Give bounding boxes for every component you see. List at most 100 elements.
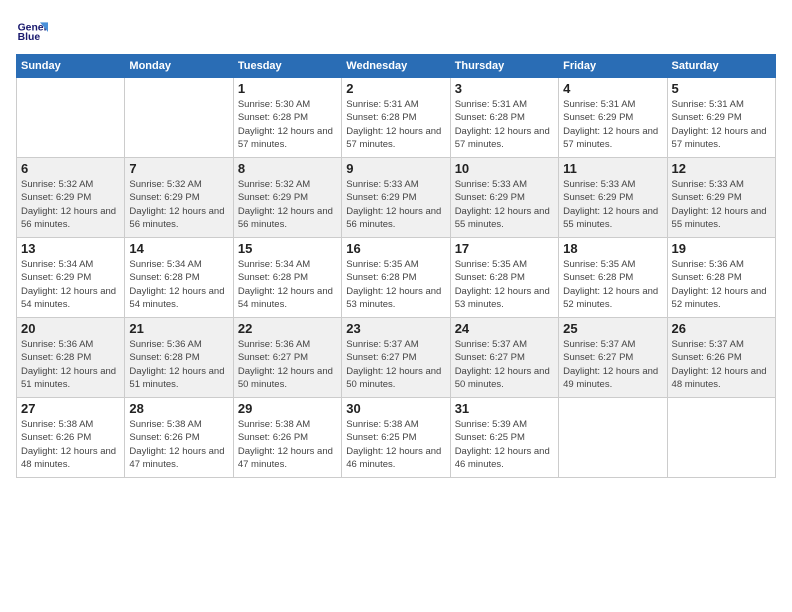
- day-number: 26: [672, 321, 771, 336]
- day-number: 2: [346, 81, 445, 96]
- day-detail: Sunrise: 5:34 AMSunset: 6:28 PMDaylight:…: [238, 258, 337, 311]
- calendar-cell: 13 Sunrise: 5:34 AMSunset: 6:29 PMDayligh…: [17, 238, 125, 318]
- day-detail: Sunrise: 5:31 AMSunset: 6:28 PMDaylight:…: [346, 98, 445, 151]
- day-number: 11: [563, 161, 662, 176]
- logo: General Blue: [16, 16, 48, 48]
- day-detail: Sunrise: 5:33 AMSunset: 6:29 PMDaylight:…: [455, 178, 554, 231]
- day-detail: Sunrise: 5:30 AMSunset: 6:28 PMDaylight:…: [238, 98, 337, 151]
- calendar-cell: 19Sunrise: 5:36 AMSunset: 6:28 PMDayligh…: [667, 238, 775, 318]
- day-number: 19: [672, 241, 771, 256]
- calendar-cell: 6Sunrise: 5:32 AMSunset: 6:29 PMDaylight…: [17, 158, 125, 238]
- day-number: 25: [563, 321, 662, 336]
- svg-text:Blue: Blue: [18, 32, 41, 43]
- day-number: 22: [238, 321, 337, 336]
- day-number: 24: [455, 321, 554, 336]
- day-detail: Sunrise: 5:31 AMSunset: 6:29 PMDaylight:…: [672, 98, 771, 151]
- day-number: 3: [455, 81, 554, 96]
- day-detail: Sunrise: 5:37 AMSunset: 6:27 PMDaylight:…: [455, 338, 554, 391]
- day-number: 7: [129, 161, 228, 176]
- calendar-cell: 1 Sunrise: 5:30 AMSunset: 6:28 PMDaylight…: [233, 78, 341, 158]
- calendar-cell: 11 Sunrise: 5:33 AMSunset: 6:29 PMDayligh…: [559, 158, 667, 238]
- day-detail: Sunrise: 5:35 AMSunset: 6:28 PMDaylight:…: [455, 258, 554, 311]
- day-number: 4: [563, 81, 662, 96]
- day-number: 30: [346, 401, 445, 416]
- day-detail: Sunrise: 5:34 AMSunset: 6:28 PMDaylight:…: [129, 258, 228, 311]
- calendar-cell: 4 Sunrise: 5:31 AMSunset: 6:29 PMDaylight…: [559, 78, 667, 158]
- day-number: 31: [455, 401, 554, 416]
- day-detail: Sunrise: 5:32 AMSunset: 6:29 PMDaylight:…: [129, 178, 228, 231]
- day-number: 23: [346, 321, 445, 336]
- calendar-cell: 21 Sunrise: 5:36 AMSunset: 6:28 PMDayligh…: [125, 318, 233, 398]
- calendar-cell: 30 Sunrise: 5:38 AMSunset: 6:25 PMDayligh…: [342, 398, 450, 478]
- day-number: 10: [455, 161, 554, 176]
- day-detail: Sunrise: 5:36 AMSunset: 6:28 PMDaylight:…: [21, 338, 120, 391]
- calendar-cell: 3 Sunrise: 5:31 AMSunset: 6:28 PMDaylight…: [450, 78, 558, 158]
- day-header-tuesday: Tuesday: [233, 55, 341, 78]
- calendar-cell: 18 Sunrise: 5:35 AMSunset: 6:28 PMDayligh…: [559, 238, 667, 318]
- day-detail: Sunrise: 5:37 AMSunset: 6:27 PMDaylight:…: [563, 338, 662, 391]
- day-detail: Sunrise: 5:38 AMSunset: 6:26 PMDaylight:…: [21, 418, 120, 471]
- calendar-cell: 8 Sunrise: 5:32 AMSunset: 6:29 PMDaylight…: [233, 158, 341, 238]
- day-detail: Sunrise: 5:39 AMSunset: 6:25 PMDaylight:…: [455, 418, 554, 471]
- day-number: 9: [346, 161, 445, 176]
- calendar-cell: 9Sunrise: 5:33 AMSunset: 6:29 PMDaylight…: [342, 158, 450, 238]
- calendar-cell: 22 Sunrise: 5:36 AMSunset: 6:27 PMDayligh…: [233, 318, 341, 398]
- day-number: 15: [238, 241, 337, 256]
- day-detail: Sunrise: 5:36 AMSunset: 6:28 PMDaylight:…: [129, 338, 228, 391]
- day-detail: Sunrise: 5:35 AMSunset: 6:28 PMDaylight:…: [346, 258, 445, 311]
- day-number: 16: [346, 241, 445, 256]
- day-detail: Sunrise: 5:35 AMSunset: 6:28 PMDaylight:…: [563, 258, 662, 311]
- day-detail: Sunrise: 5:34 AMSunset: 6:29 PMDaylight:…: [21, 258, 120, 311]
- calendar-cell: 16 Sunrise: 5:35 AMSunset: 6:28 PMDayligh…: [342, 238, 450, 318]
- calendar-week-row: 27 Sunrise: 5:38 AMSunset: 6:26 PMDayligh…: [17, 398, 776, 478]
- day-detail: Sunrise: 5:38 AMSunset: 6:25 PMDaylight:…: [346, 418, 445, 471]
- calendar-cell: 23 Sunrise: 5:37 AMSunset: 6:27 PMDayligh…: [342, 318, 450, 398]
- calendar-cell: 14 Sunrise: 5:34 AMSunset: 6:28 PMDayligh…: [125, 238, 233, 318]
- day-number: 18: [563, 241, 662, 256]
- day-number: 8: [238, 161, 337, 176]
- calendar-cell: [125, 78, 233, 158]
- calendar-cell: 31 Sunrise: 5:39 AMSunset: 6:25 PMDayligh…: [450, 398, 558, 478]
- day-header-saturday: Saturday: [667, 55, 775, 78]
- calendar-cell: 24 Sunrise: 5:37 AMSunset: 6:27 PMDayligh…: [450, 318, 558, 398]
- calendar-header-row: SundayMondayTuesdayWednesdayThursdayFrid…: [17, 55, 776, 78]
- calendar-cell: 28 Sunrise: 5:38 AMSunset: 6:26 PMDayligh…: [125, 398, 233, 478]
- day-header-wednesday: Wednesday: [342, 55, 450, 78]
- day-detail: Sunrise: 5:38 AMSunset: 6:26 PMDaylight:…: [238, 418, 337, 471]
- day-number: 13: [21, 241, 120, 256]
- day-detail: Sunrise: 5:37 AMSunset: 6:27 PMDaylight:…: [346, 338, 445, 391]
- calendar-cell: 20Sunrise: 5:36 AMSunset: 6:28 PMDayligh…: [17, 318, 125, 398]
- calendar-cell: [667, 398, 775, 478]
- calendar-week-row: 13 Sunrise: 5:34 AMSunset: 6:29 PMDayligh…: [17, 238, 776, 318]
- day-number: 21: [129, 321, 228, 336]
- calendar-cell: 7 Sunrise: 5:32 AMSunset: 6:29 PMDaylight…: [125, 158, 233, 238]
- calendar-cell: [559, 398, 667, 478]
- logo-icon: General Blue: [16, 16, 48, 48]
- calendar-cell: 25 Sunrise: 5:37 AMSunset: 6:27 PMDayligh…: [559, 318, 667, 398]
- calendar-body: 1 Sunrise: 5:30 AMSunset: 6:28 PMDaylight…: [17, 78, 776, 478]
- day-number: 1: [238, 81, 337, 96]
- day-detail: Sunrise: 5:37 AMSunset: 6:26 PMDaylight:…: [672, 338, 771, 391]
- day-number: 28: [129, 401, 228, 416]
- day-number: 27: [21, 401, 120, 416]
- calendar-cell: 26 Sunrise: 5:37 AMSunset: 6:26 PMDayligh…: [667, 318, 775, 398]
- calendar-cell: 5 Sunrise: 5:31 AMSunset: 6:29 PMDaylight…: [667, 78, 775, 158]
- day-detail: Sunrise: 5:33 AMSunset: 6:29 PMDaylight:…: [672, 178, 771, 231]
- calendar-cell: 27 Sunrise: 5:38 AMSunset: 6:26 PMDayligh…: [17, 398, 125, 478]
- calendar-table: SundayMondayTuesdayWednesdayThursdayFrid…: [16, 54, 776, 478]
- day-detail: Sunrise: 5:38 AMSunset: 6:26 PMDaylight:…: [129, 418, 228, 471]
- calendar-cell: [17, 78, 125, 158]
- day-header-monday: Monday: [125, 55, 233, 78]
- calendar-cell: 17 Sunrise: 5:35 AMSunset: 6:28 PMDayligh…: [450, 238, 558, 318]
- calendar-week-row: 6 Sunrise: 5:32 AMSunset: 6:29 PMDaylight…: [17, 158, 776, 238]
- day-detail: Sunrise: 5:33 AMSunset: 6:29 PMDaylight:…: [563, 178, 662, 231]
- day-header-thursday: Thursday: [450, 55, 558, 78]
- day-detail: Sunrise: 5:36 AMSunset: 6:27 PMDaylight:…: [238, 338, 337, 391]
- day-number: 14: [129, 241, 228, 256]
- day-number: 6: [21, 161, 120, 176]
- day-detail: Sunrise: 5:32 AMSunset: 6:29 PMDaylight:…: [238, 178, 337, 231]
- day-number: 17: [455, 241, 554, 256]
- day-number: 5: [672, 81, 771, 96]
- day-detail: Sunrise: 5:31 AMSunset: 6:28 PMDaylight:…: [455, 98, 554, 151]
- day-detail: Sunrise: 5:31 AMSunset: 6:29 PMDaylight:…: [563, 98, 662, 151]
